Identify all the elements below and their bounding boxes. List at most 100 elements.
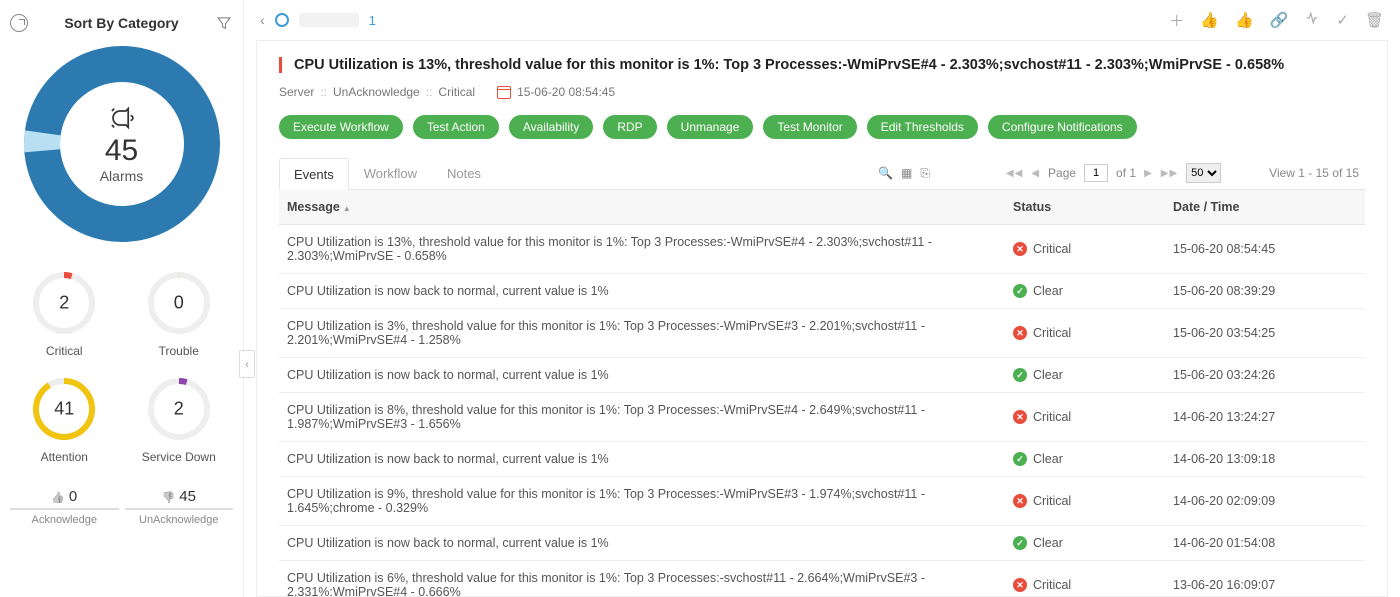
alert-title: CPU Utilization is 13%, threshold value … [279,57,1365,73]
mini-count: 41 [54,399,74,420]
cell-message: CPU Utilization is now back to normal, c… [279,274,1005,308]
sidebar-collapse-handle[interactable]: ‹ [239,350,255,378]
cell-status: ✕ Critical [1005,232,1165,266]
thumb-down-icon [162,488,176,505]
cell-status: ✓ Clear [1005,358,1165,392]
cell-message: CPU Utilization is 9%, threshold value f… [279,477,1005,525]
mini-donut-trouble[interactable]: 0 Trouble [125,264,234,364]
mini-label: Critical [10,344,119,358]
page-next-icon[interactable]: ▶ [1144,168,1153,179]
clear-icon: ✓ [1013,452,1027,466]
mini-count: 2 [174,399,184,420]
ack-label: Acknowledge [10,514,119,526]
acknowledge-box[interactable]: 0 Acknowledge [10,488,119,526]
cell-date: 15-06-20 03:54:25 [1165,316,1365,350]
critical-icon: ✕ [1013,326,1027,340]
alert-meta: Server :: UnAcknowledge :: Critical 15-0… [279,85,1365,99]
calendar-icon [497,86,511,99]
page-first-icon[interactable]: ◀◀ [1006,168,1023,179]
filter-icon[interactable] [215,14,233,32]
table-row[interactable]: CPU Utilization is now back to normal, c… [279,442,1365,477]
mini-label: Trouble [125,344,234,358]
cell-date: 15-06-20 08:39:29 [1165,274,1365,308]
ack-count: 0 [69,488,77,505]
table-row[interactable]: CPU Utilization is 6%, threshold value f… [279,561,1365,596]
export-icon[interactable]: ⎘ [920,166,930,181]
tab-workflow[interactable]: Workflow [349,157,432,189]
cell-status: ✓ Clear [1005,526,1165,560]
rdp-button[interactable]: RDP [603,115,656,139]
page-size-select[interactable]: 50 [1186,163,1221,183]
edit-thresholds-button[interactable]: Edit Thresholds [867,115,978,139]
unmanage-button[interactable]: Unmanage [667,115,754,139]
page-prev-icon[interactable]: ◀ [1031,168,1040,179]
tab-events[interactable]: Events [279,158,349,190]
clear-icon: ✓ [1013,536,1027,550]
clear-icon: ✓ [1013,284,1027,298]
table-header: Message▲ Status Date / Time [279,190,1365,225]
cell-message: CPU Utilization is now back to normal, c… [279,358,1005,392]
table-row[interactable]: CPU Utilization is 13%, threshold value … [279,225,1365,274]
col-message[interactable]: Message▲ [279,190,1005,224]
thumb-up-outline-icon[interactable]: 👍 [1200,11,1219,29]
add-icon[interactable]: ＋ [1169,10,1184,31]
trash-icon[interactable]: 🗑 [1365,11,1384,29]
unack-label: UnAcknowledge [125,514,234,526]
mini-donut-critical[interactable]: 2 Critical [10,264,119,364]
cell-date: 14-06-20 13:24:27 [1165,400,1365,434]
mini-donut-service-down[interactable]: 2 Service Down [125,370,234,470]
table-row[interactable]: CPU Utilization is 3%, threshold value f… [279,309,1365,358]
cell-message: CPU Utilization is 6%, threshold value f… [279,561,1005,596]
meta-timestamp: 15-06-20 08:54:45 [517,85,615,99]
table-row[interactable]: CPU Utilization is 8%, threshold value f… [279,393,1365,442]
cell-message: CPU Utilization is 3%, threshold value f… [279,309,1005,357]
critical-icon: ✕ [1013,578,1027,592]
page-input[interactable] [1084,164,1108,182]
table-row[interactable]: CPU Utilization is now back to normal, c… [279,274,1365,309]
configure-notifications-button[interactable]: Configure Notifications [988,115,1137,139]
test-monitor-button[interactable]: Test Monitor [763,115,856,139]
table-row[interactable]: CPU Utilization is now back to normal, c… [279,358,1365,393]
link-icon[interactable]: 🔗 [1270,11,1289,29]
cell-date: 14-06-20 02:09:09 [1165,484,1365,518]
alarm-count: 45 [100,134,144,168]
alarms-donut[interactable]: 45 Alarms [22,44,222,244]
search-icon[interactable]: 🔍 [878,166,893,180]
unacknowledge-box[interactable]: 45 UnAcknowledge [125,488,234,526]
check-icon[interactable]: ✓ [1336,11,1349,29]
view-counter: View 1 - 15 of 15 [1269,166,1359,180]
table-row[interactable]: CPU Utilization is 9%, threshold value f… [279,477,1365,526]
crumb-number[interactable]: 1 [369,13,376,28]
mini-donut-attention[interactable]: 41 Attention [10,370,119,470]
mini-count: 2 [59,293,69,314]
bell-icon [108,103,136,133]
sort-asc-icon: ▲ [343,204,351,213]
execute-workflow-button[interactable]: Execute Workflow [279,115,403,139]
page-label: Page [1048,166,1076,180]
nav-back-icon[interactable]: ‹ [260,12,265,28]
page-last-icon[interactable]: ▶▶ [1161,168,1178,179]
critical-icon: ✕ [1013,494,1027,508]
cell-date: 14-06-20 01:54:08 [1165,526,1365,560]
test-action-button[interactable]: Test Action [413,115,499,139]
thumb-up-icon [51,488,65,505]
mini-count: 0 [174,293,184,314]
crumb-placeholder [299,13,359,27]
col-date[interactable]: Date / Time [1165,190,1365,224]
tab-notes[interactable]: Notes [432,157,496,189]
columns-icon[interactable]: ▦ [901,166,912,180]
sort-title[interactable]: Sort By Category [36,15,207,31]
meta-severity: Critical [438,85,475,99]
cell-message: CPU Utilization is 8%, threshold value f… [279,393,1005,441]
cell-status: ✕ Critical [1005,316,1165,350]
thumb-up-filled-icon[interactable]: 👍 [1235,11,1254,29]
clock-icon[interactable] [10,14,28,32]
activity-icon[interactable] [1304,11,1320,29]
availability-button[interactable]: Availability [509,115,593,139]
page-of: of 1 [1116,166,1136,180]
meta-ack: UnAcknowledge [333,85,420,99]
cell-status: ✓ Clear [1005,274,1165,308]
col-status[interactable]: Status [1005,190,1165,224]
table-row[interactable]: CPU Utilization is now back to normal, c… [279,526,1365,561]
meta-type: Server [279,85,314,99]
